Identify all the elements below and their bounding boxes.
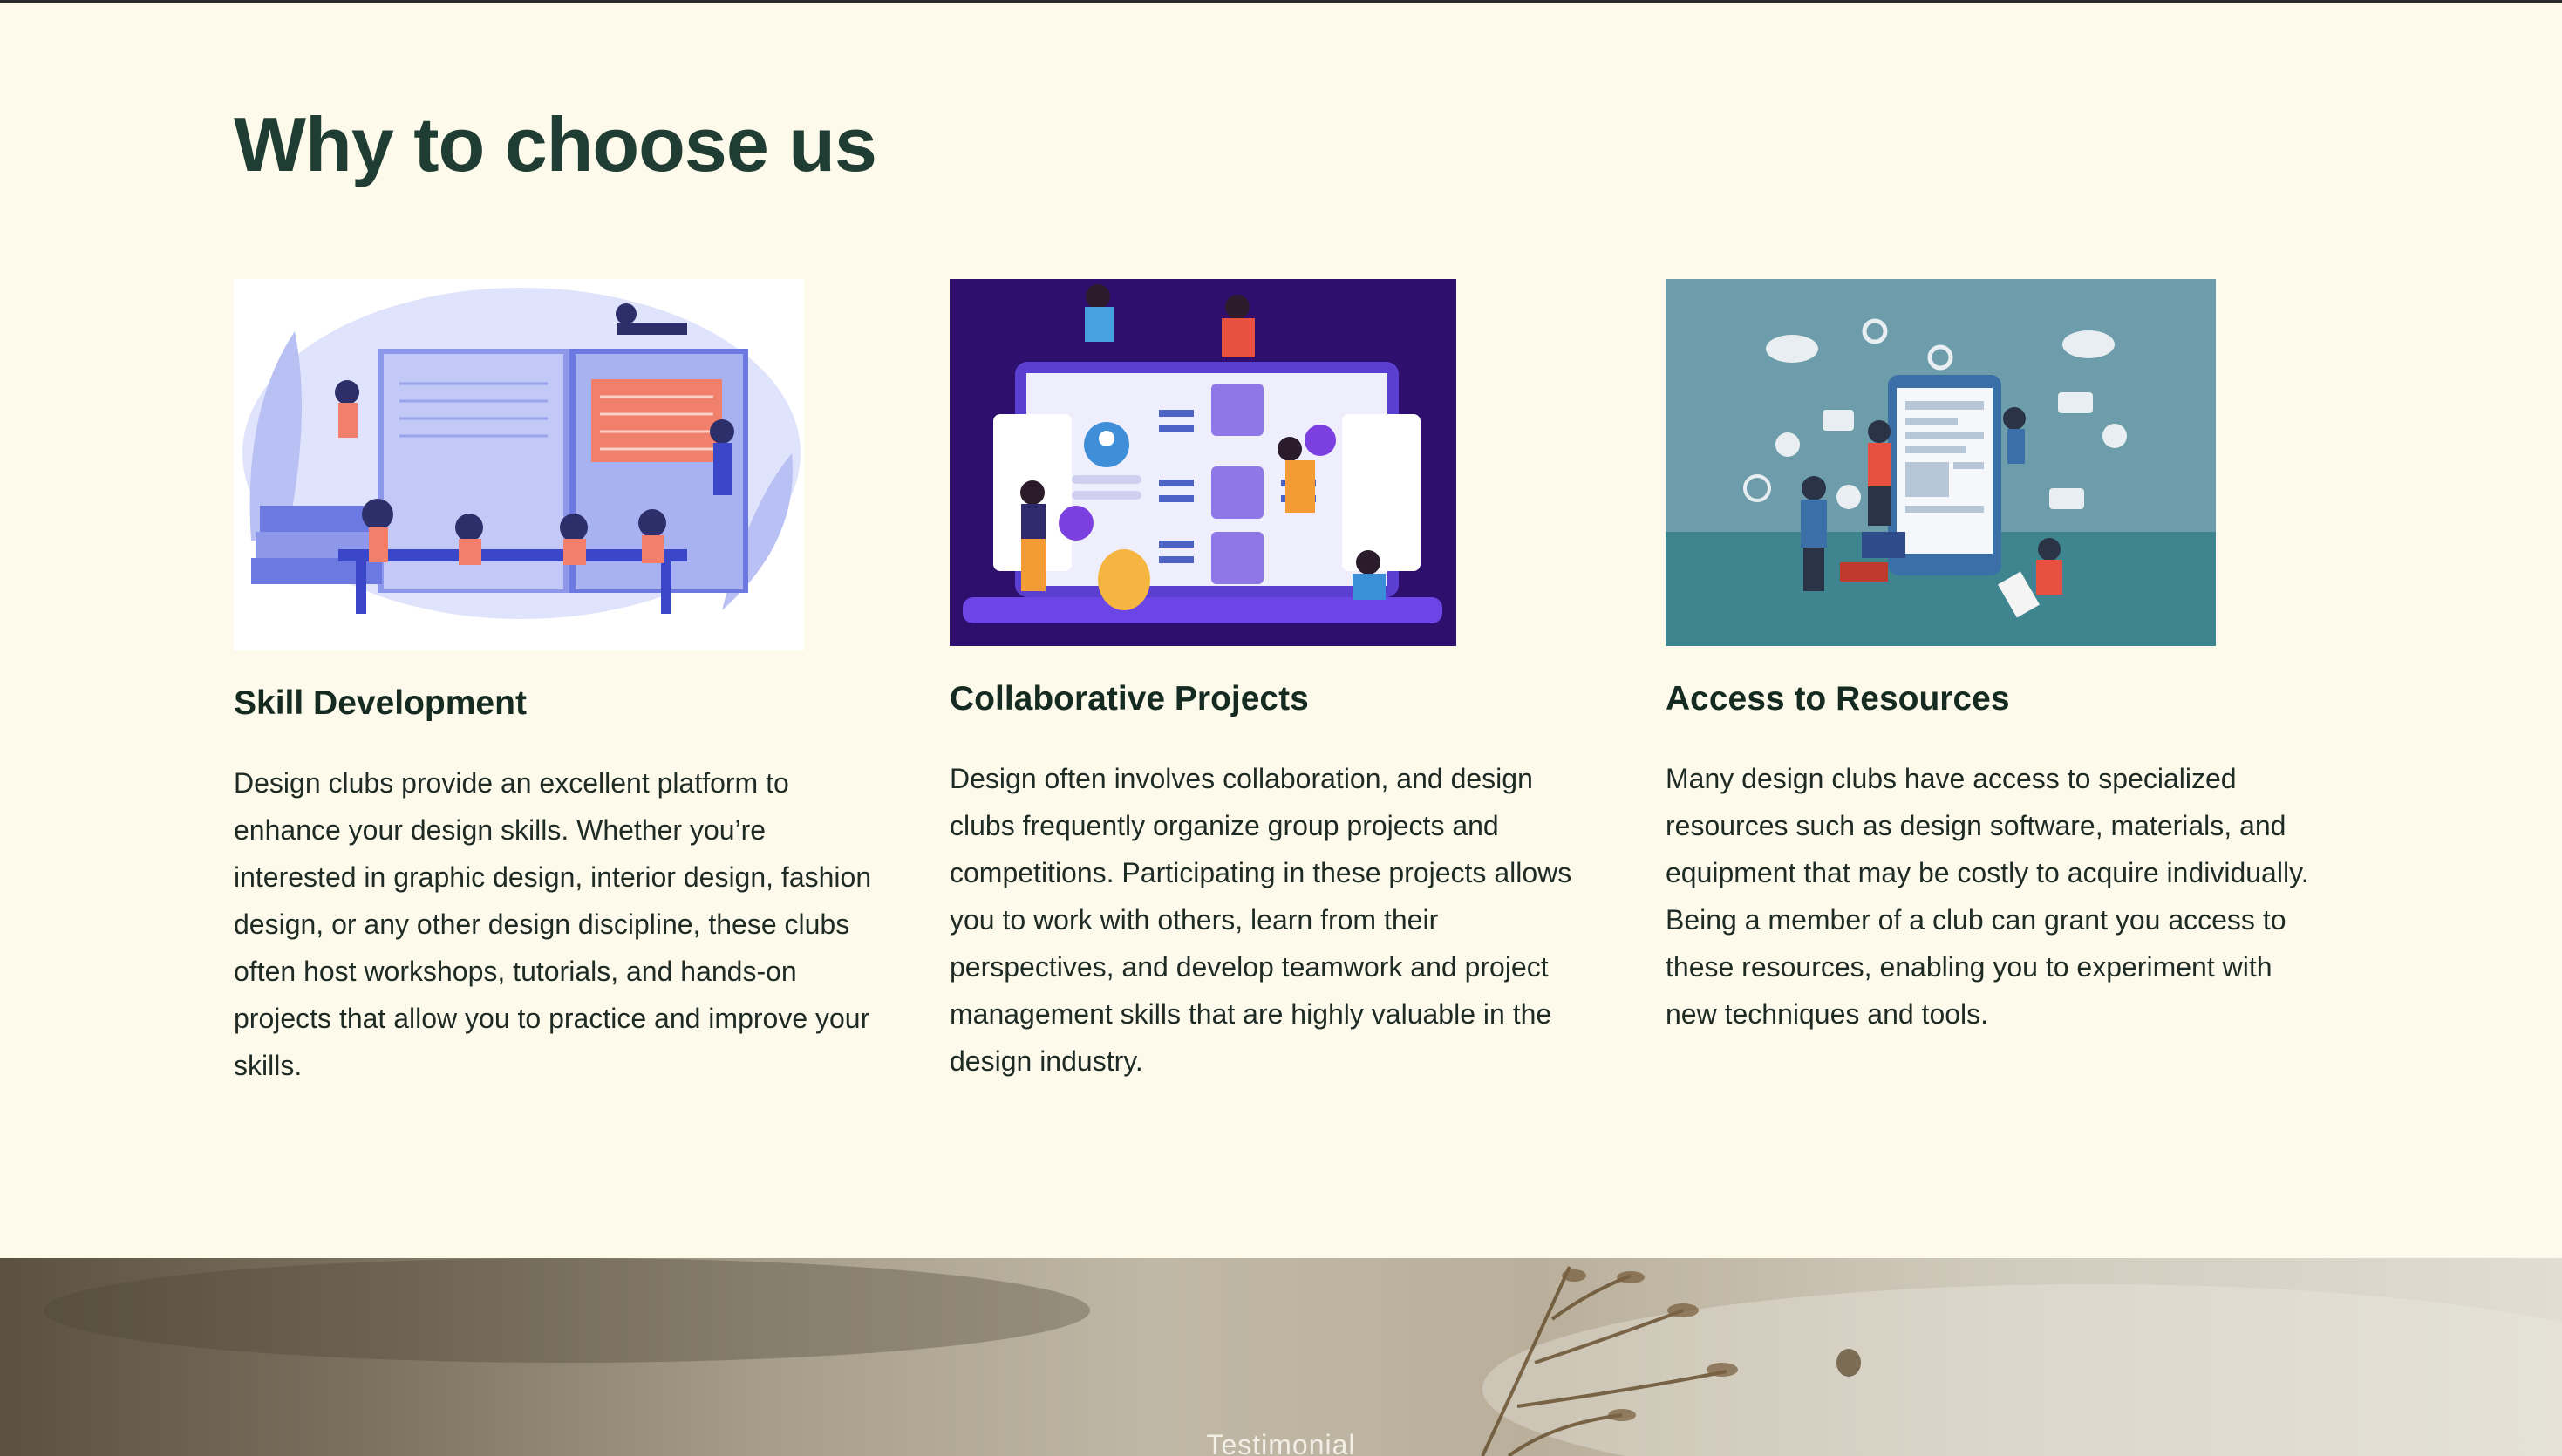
feature-card-collaborative-projects: Collaborative Projects Design often invo…: [950, 279, 1604, 1085]
dried-plant-background: [44, 1258, 2562, 1456]
card-description: Design clubs provide an excellent platfo…: [234, 766, 872, 1081]
card-description: Design often involves collaboration, and…: [950, 762, 1572, 1077]
card-title: Skill Development: [234, 684, 527, 722]
card-title: Access to Resources: [1666, 680, 2010, 718]
access-to-resources-illustration: [1666, 279, 2216, 646]
testimonial-label: Testimonial: [1206, 1429, 1356, 1456]
collaborative-projects-illustration: [950, 279, 1456, 646]
feature-card-access-to-resources: Access to Resources Many design clubs ha…: [1666, 279, 2320, 1038]
skill-development-illustration: [234, 279, 804, 650]
feature-card-skill-development: Skill Development Design clubs provide a…: [234, 279, 888, 1089]
testimonial-section: Testimonial: [0, 1258, 2562, 1456]
top-divider: [0, 0, 2562, 3]
card-title: Collaborative Projects: [950, 680, 1309, 718]
section-title: Why to choose us: [234, 101, 877, 187]
card-description: Many design clubs have access to special…: [1666, 762, 2309, 1030]
